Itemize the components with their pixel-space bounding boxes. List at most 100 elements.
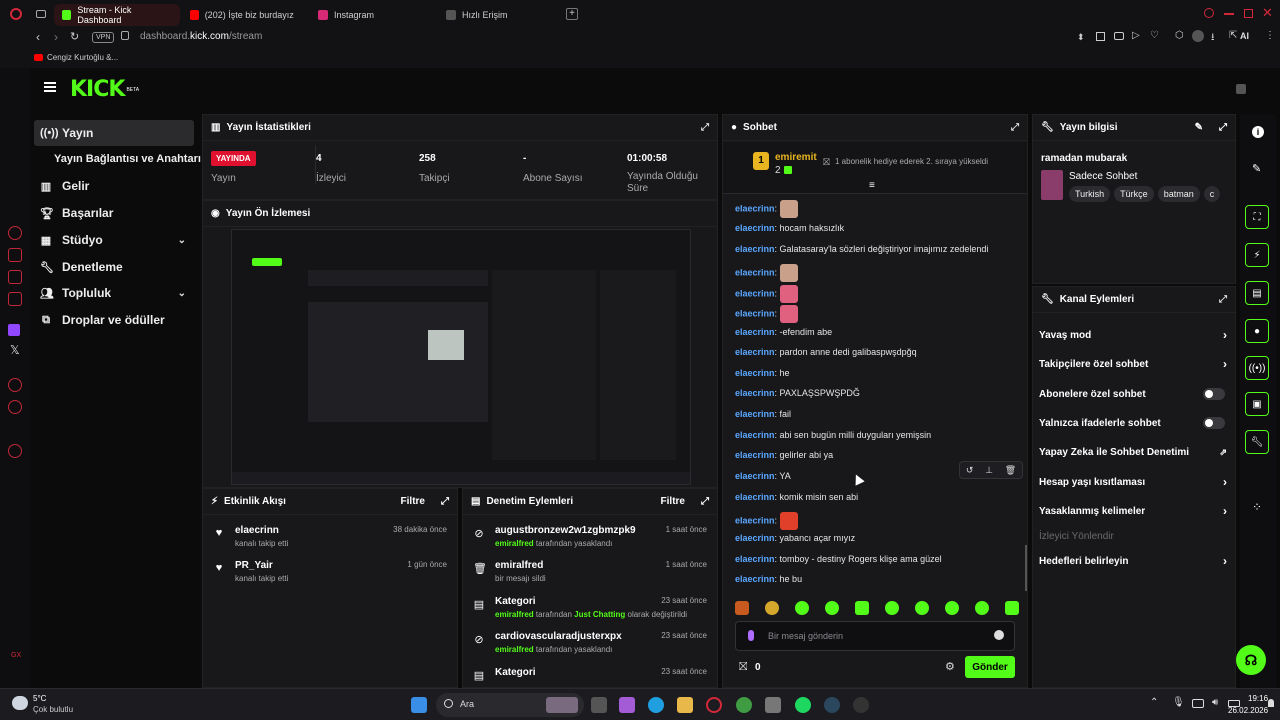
chat-settings-icon[interactable]: ⚙ [945, 660, 955, 673]
chat-emote-icon[interactable] [779, 285, 798, 303]
chat-username[interactable]: elaecrinn [735, 450, 775, 460]
chat-message[interactable]: elaecrinn: [735, 200, 798, 218]
mod-category[interactable]: Just Chatting [574, 610, 625, 619]
camera-icon[interactable] [1114, 32, 1124, 40]
search-tabs-icon[interactable] [1204, 8, 1214, 18]
share-nodes-icon[interactable]: ⁘ [1252, 500, 1262, 514]
emote-icon[interactable] [795, 601, 809, 615]
action-account-age[interactable]: Hesap yaşı kısıtlaması › [1039, 468, 1227, 496]
tag[interactable]: c [1203, 186, 1221, 202]
chat-message[interactable]: elaecrinn: hocam haksızlık [735, 223, 844, 233]
taskbar-search[interactable]: Ara [436, 693, 584, 717]
tab-kick-dashboard[interactable]: Stream - Kick Dashboard [54, 4, 180, 26]
chat-username[interactable]: elaecrinn [735, 471, 775, 481]
forward-icon[interactable]: › [54, 30, 58, 44]
spotify-icon[interactable] [795, 697, 811, 713]
chat-message[interactable]: elaecrinn: [735, 264, 798, 282]
heart-icon[interactable]: ♡ [1150, 30, 1159, 41]
sidebar-item-drops[interactable]: ⧉ Droplar ve ödüller [34, 307, 194, 333]
sidebar-item-revenue[interactable]: ▥ Gelir [34, 173, 194, 199]
clock-date[interactable]: 26.02.2026 [1228, 706, 1268, 715]
action-set-goals[interactable]: Hedefleri belirleyin › [1039, 547, 1227, 575]
opera-gx-icon[interactable] [706, 697, 722, 713]
mic-icon[interactable] [748, 630, 754, 641]
chat-message[interactable]: elaecrinn: tomboy - destiny Rogers klişe… [735, 554, 942, 564]
stream-video-preview[interactable] [231, 229, 691, 485]
chat-message[interactable]: elaecrinn: pardon anne dedi galibaspwşdp… [735, 347, 917, 357]
tools-button[interactable]: 🔧︎ [1245, 430, 1269, 454]
store-icon[interactable] [765, 697, 781, 713]
chat-username[interactable]: elaecrinn [735, 515, 775, 525]
chat-username[interactable]: elaecrinn [735, 223, 775, 233]
download-icon[interactable]: ⭳ [1211, 30, 1215, 47]
emote-icon[interactable] [885, 601, 899, 615]
chat-username[interactable]: elaecrinn [735, 574, 775, 584]
close-window-button[interactable]: ✕ [1262, 5, 1273, 21]
emote-icon[interactable] [915, 601, 929, 615]
mod-user[interactable]: emiralfred [495, 539, 534, 548]
chat-message[interactable]: elaecrinn: Galatasaray'la sözleri değişt… [735, 244, 988, 254]
expand-icon[interactable]: ⤢ [701, 496, 709, 507]
send-button[interactable]: Gönder [965, 656, 1015, 678]
pinned-user[interactable]: emiremit [775, 152, 817, 163]
chat-input[interactable]: Bir mesaj gönderin [735, 621, 1015, 651]
tag[interactable]: Turkish [1069, 186, 1111, 202]
mic-tray-icon[interactable]: 🎙︎ [1172, 697, 1185, 708]
opera-logo-icon[interactable] [10, 8, 22, 20]
chat-emote-icon[interactable] [779, 200, 798, 218]
emote-icon[interactable] [945, 601, 959, 615]
chat-message[interactable]: elaecrinn: YA [735, 471, 791, 481]
volume-tray-icon[interactable]: 🔊︎ [1212, 697, 1218, 708]
m365-icon[interactable] [619, 697, 635, 713]
workspaces-icon[interactable] [36, 10, 46, 18]
messenger-icon[interactable] [8, 248, 22, 262]
edge-icon[interactable] [648, 697, 664, 713]
points-icon[interactable]: ⛝ [739, 661, 747, 674]
chat-username[interactable]: elaecrinn [735, 308, 775, 318]
expand-icon[interactable]: ⤢ [1219, 294, 1227, 305]
pencil-icon[interactable]: ✎ [1252, 162, 1261, 175]
chat-username[interactable]: elaecrinn [735, 430, 775, 440]
chat-message[interactable]: elaecrinn: fail [735, 409, 791, 419]
tab-instagram[interactable]: Instagram [310, 4, 430, 26]
expand-icon[interactable]: ⤢ [701, 122, 709, 133]
trash-icon[interactable]: 🗑︎ [1005, 465, 1016, 476]
emote-icon[interactable] [825, 601, 839, 615]
mod-user[interactable]: emiralfred [495, 645, 534, 654]
player-rail-icon[interactable] [8, 378, 22, 392]
pin-icon[interactable]: ⊥ [985, 465, 993, 476]
action-banned-words[interactable]: Yasaklanmış kelimeler › [1039, 497, 1227, 525]
chat-username[interactable]: elaecrinn [735, 388, 775, 398]
notification-bell-icon[interactable] [1268, 699, 1274, 707]
action-followers-only[interactable]: Takipçilere özel sohbet › [1039, 350, 1227, 378]
chat-button[interactable]: ● [1245, 319, 1269, 343]
notes-button[interactable]: ▤ [1245, 281, 1269, 305]
mod-user[interactable]: emiralfred [495, 610, 534, 619]
chat-message[interactable]: elaecrinn: gelirler abi ya [735, 450, 833, 460]
chat-message[interactable]: elaecrinn: he bu [735, 574, 802, 584]
snapshot-icon[interactable] [1096, 32, 1105, 41]
clip-button[interactable]: ⛶ [1245, 205, 1269, 229]
reload-icon[interactable]: ↻ [70, 30, 79, 43]
subscribers-only-toggle[interactable] [1203, 388, 1225, 400]
emote-icon[interactable] [975, 601, 989, 615]
chat-scrollbar[interactable] [1025, 545, 1027, 591]
url-text[interactable]: dashboard.kick.com/stream [140, 31, 262, 42]
back-icon[interactable]: ‹ [36, 30, 40, 44]
chat-username[interactable]: elaecrinn [735, 554, 775, 564]
tag[interactable]: batman [1157, 186, 1200, 202]
chat-username[interactable]: elaecrinn [735, 267, 775, 277]
bookmark-item[interactable]: Cengiz Kurtoğlu &... [34, 53, 118, 62]
profile-avatar[interactable] [1192, 30, 1204, 42]
chat-message[interactable]: elaecrinn: [735, 285, 798, 303]
chat-username[interactable]: elaecrinn [735, 288, 775, 298]
tab-youtube[interactable]: (202) İşte biz burdayız - Y [182, 4, 302, 26]
history-icon[interactable] [8, 400, 22, 414]
sidebar-item-studio[interactable]: ▦ Stüdyo ⌄ [34, 227, 194, 253]
new-tab-button[interactable]: + [566, 8, 578, 20]
action-slow-mode[interactable]: Yavaş mod › [1039, 321, 1227, 349]
chat-username[interactable]: elaecrinn [735, 327, 775, 337]
sidebar-item-achievements[interactable]: 🏆︎ Başarılar [34, 200, 194, 226]
emote-icon[interactable] [1005, 601, 1019, 615]
share-icon[interactable]: ⇱ [1229, 30, 1237, 41]
